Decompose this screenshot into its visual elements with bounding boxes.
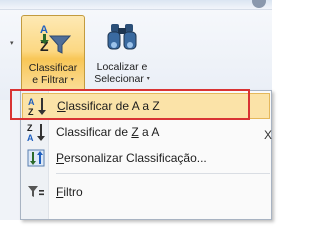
svg-text:A: A <box>27 133 34 142</box>
sort-ascending-icon: A Z <box>23 96 50 116</box>
menu-item-label: Classificar de A a Z <box>57 99 160 113</box>
menu-item-label: Classificar de Z a A <box>56 125 160 139</box>
filter-icon <box>22 184 49 200</box>
group-dropdown-arrow[interactable]: ▾ <box>10 39 14 47</box>
menu-item-sort-z-to-a[interactable]: Z A Classificar de Z a A <box>22 119 270 145</box>
window-control-icon[interactable] <box>252 0 266 8</box>
menu-item-label: Filtro <box>56 185 83 199</box>
sort-filter-caret: ▾ <box>70 77 74 83</box>
custom-sort-icon <box>22 149 49 167</box>
sort-descending-icon: Z A <box>22 122 49 142</box>
menu-separator <box>56 173 270 174</box>
menu-item-filter[interactable]: Filtro <box>22 179 270 205</box>
menu-item-sort-a-to-z[interactable]: A Z Classificar de A a Z <box>22 93 270 119</box>
menu-item-label: Personalizar Classificação... <box>56 151 207 165</box>
cut-off-close-icon[interactable]: X <box>264 128 272 142</box>
svg-text:Z: Z <box>28 107 34 116</box>
sort-filter-label: Classificar e Filtrar ▾ <box>28 62 78 86</box>
menu-item-custom-sort[interactable]: Personalizar Classificação... <box>22 145 270 171</box>
find-select-label: Localizar e Selecionar ▾ <box>94 61 150 85</box>
binoculars-icon <box>107 24 137 50</box>
find-select-button[interactable]: Localizar e Selecionar ▾ <box>89 15 155 95</box>
sort-filter-button[interactable]: A Z Classificar e Filtrar ▾ <box>21 15 85 95</box>
sort-filter-icon: A Z <box>40 24 71 54</box>
ribbon-top-edge <box>0 0 272 10</box>
find-select-caret: ▾ <box>146 76 150 82</box>
sort-filter-menu: A Z Classificar de A a Z Z A Classificar… <box>20 90 272 220</box>
svg-text:Z: Z <box>27 123 33 133</box>
svg-text:A: A <box>28 97 35 107</box>
